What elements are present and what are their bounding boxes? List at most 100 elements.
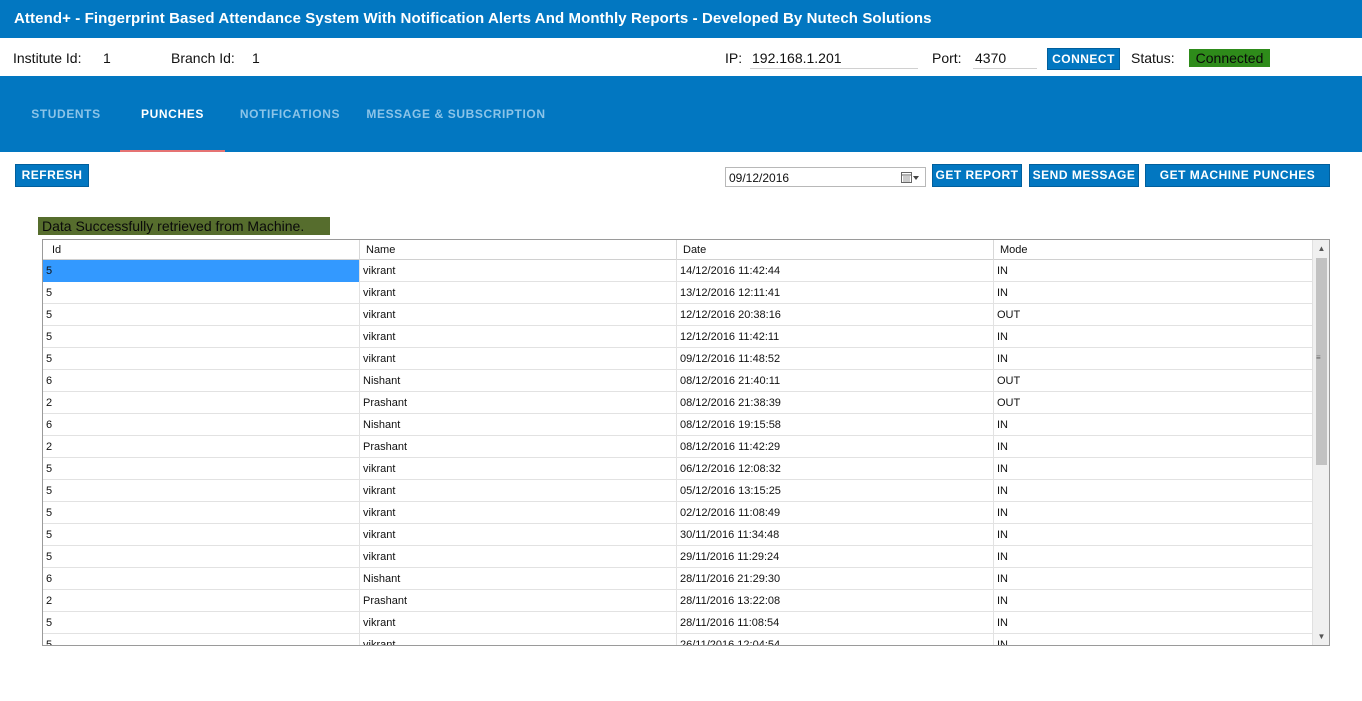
cell-name[interactable]: Nishant xyxy=(360,370,677,392)
cell-mode[interactable]: IN xyxy=(994,458,1313,480)
column-header-id[interactable]: Id xyxy=(43,240,360,260)
cell-id[interactable]: 5 xyxy=(43,524,360,546)
ip-input[interactable] xyxy=(750,47,918,69)
calendar-dropdown-icon[interactable] xyxy=(901,171,919,184)
table-row[interactable]: 5 vikrant 06/12/2016 12:08:32 IN xyxy=(43,458,1313,480)
cell-date[interactable]: 28/11/2016 13:22:08 xyxy=(677,590,994,612)
cell-date[interactable]: 02/12/2016 11:08:49 xyxy=(677,502,994,524)
tab-students[interactable]: STUDENTS xyxy=(18,76,114,152)
cell-date[interactable]: 12/12/2016 11:42:11 xyxy=(677,326,994,348)
cell-mode[interactable]: IN xyxy=(994,436,1313,458)
scroll-up-icon[interactable]: ▲ xyxy=(1313,240,1329,257)
cell-mode[interactable]: IN xyxy=(994,260,1313,282)
refresh-button[interactable]: REFRESH xyxy=(15,164,89,187)
cell-name[interactable]: vikrant xyxy=(360,282,677,304)
cell-date[interactable]: 29/11/2016 11:29:24 xyxy=(677,546,994,568)
date-picker[interactable]: 09/12/2016 xyxy=(725,167,926,187)
table-row[interactable]: 6 Nishant 08/12/2016 19:15:58 IN xyxy=(43,414,1313,436)
cell-id[interactable]: 5 xyxy=(43,502,360,524)
table-row[interactable]: 5 vikrant 29/11/2016 11:29:24 IN xyxy=(43,546,1313,568)
cell-id[interactable]: 2 xyxy=(43,590,360,612)
cell-id[interactable]: 6 xyxy=(43,414,360,436)
connect-button[interactable]: CONNECT xyxy=(1047,48,1120,70)
cell-name[interactable]: vikrant xyxy=(360,634,677,645)
get-report-button[interactable]: GET REPORT xyxy=(932,164,1022,187)
cell-name[interactable]: vikrant xyxy=(360,458,677,480)
cell-id[interactable]: 5 xyxy=(43,304,360,326)
cell-mode[interactable]: IN xyxy=(994,612,1313,634)
cell-date[interactable]: 09/12/2016 11:48:52 xyxy=(677,348,994,370)
send-message-button[interactable]: SEND MESSAGE xyxy=(1029,164,1139,187)
cell-id[interactable]: 5 xyxy=(43,480,360,502)
cell-name[interactable]: vikrant xyxy=(360,612,677,634)
column-header-name[interactable]: Name xyxy=(360,240,677,260)
cell-name[interactable]: vikrant xyxy=(360,348,677,370)
cell-name[interactable]: Prashant xyxy=(360,436,677,458)
cell-id[interactable]: 6 xyxy=(43,568,360,590)
cell-name[interactable]: Prashant xyxy=(360,392,677,414)
cell-mode[interactable]: OUT xyxy=(994,304,1313,326)
table-row[interactable]: 5 vikrant 30/11/2016 11:34:48 IN xyxy=(43,524,1313,546)
cell-date[interactable]: 05/12/2016 13:15:25 xyxy=(677,480,994,502)
cell-id[interactable]: 5 xyxy=(43,348,360,370)
cell-id[interactable]: 6 xyxy=(43,370,360,392)
table-row[interactable]: 2 Prashant 08/12/2016 11:42:29 IN xyxy=(43,436,1313,458)
port-input[interactable] xyxy=(973,47,1037,69)
cell-id[interactable]: 5 xyxy=(43,546,360,568)
cell-date[interactable]: 08/12/2016 21:40:11 xyxy=(677,370,994,392)
cell-mode[interactable]: IN xyxy=(994,634,1313,645)
cell-id[interactable]: 5 xyxy=(43,326,360,348)
cell-date[interactable]: 08/12/2016 19:15:58 xyxy=(677,414,994,436)
cell-date[interactable]: 06/12/2016 12:08:32 xyxy=(677,458,994,480)
tab-punches[interactable]: PUNCHES xyxy=(120,76,225,152)
cell-name[interactable]: Nishant xyxy=(360,414,677,436)
cell-id[interactable]: 2 xyxy=(43,436,360,458)
cell-mode[interactable]: IN xyxy=(994,414,1313,436)
table-row[interactable]: 5 vikrant 28/11/2016 11:08:54 IN xyxy=(43,612,1313,634)
table-row[interactable]: 2 Prashant 08/12/2016 21:38:39 OUT xyxy=(43,392,1313,414)
table-row[interactable]: 6 Nishant 28/11/2016 21:29:30 IN xyxy=(43,568,1313,590)
cell-id[interactable]: 5 xyxy=(43,634,360,645)
cell-name[interactable]: vikrant xyxy=(360,260,677,282)
cell-date[interactable]: 12/12/2016 20:38:16 xyxy=(677,304,994,326)
cell-date[interactable]: 26/11/2016 12:04:54 xyxy=(677,634,994,645)
punches-grid[interactable]: Id Name Date Mode 5 vikrant 14/12/2016 11:… xyxy=(42,239,1330,646)
cell-mode[interactable]: IN xyxy=(994,546,1313,568)
cell-mode[interactable]: OUT xyxy=(994,370,1313,392)
cell-date[interactable]: 13/12/2016 12:11:41 xyxy=(677,282,994,304)
cell-id[interactable]: 5 xyxy=(43,260,360,282)
table-row[interactable]: 5 vikrant 09/12/2016 11:48:52 IN xyxy=(43,348,1313,370)
cell-mode[interactable]: IN xyxy=(994,524,1313,546)
cell-date[interactable]: 14/12/2016 11:42:44 xyxy=(677,260,994,282)
cell-mode[interactable]: IN xyxy=(994,326,1313,348)
table-row[interactable]: 5 vikrant 12/12/2016 20:38:16 OUT xyxy=(43,304,1313,326)
tab-notifications[interactable]: NOTIFICATIONS xyxy=(230,76,350,152)
column-header-mode[interactable]: Mode xyxy=(994,240,1313,260)
cell-mode[interactable]: IN xyxy=(994,348,1313,370)
cell-id[interactable]: 5 xyxy=(43,458,360,480)
cell-name[interactable]: vikrant xyxy=(360,502,677,524)
table-row[interactable]: 5 vikrant 12/12/2016 11:42:11 IN xyxy=(43,326,1313,348)
cell-mode[interactable]: IN xyxy=(994,480,1313,502)
cell-name[interactable]: vikrant xyxy=(360,304,677,326)
cell-date[interactable]: 08/12/2016 21:38:39 xyxy=(677,392,994,414)
cell-mode[interactable]: IN xyxy=(994,282,1313,304)
cell-name[interactable]: Prashant xyxy=(360,590,677,612)
table-row[interactable]: 6 Nishant 08/12/2016 21:40:11 OUT xyxy=(43,370,1313,392)
cell-name[interactable]: vikrant xyxy=(360,480,677,502)
cell-name[interactable]: vikrant xyxy=(360,326,677,348)
cell-name[interactable]: Nishant xyxy=(360,568,677,590)
cell-date[interactable]: 08/12/2016 11:42:29 xyxy=(677,436,994,458)
table-row[interactable]: 5 vikrant 13/12/2016 12:11:41 IN xyxy=(43,282,1313,304)
cell-date[interactable]: 28/11/2016 21:29:30 xyxy=(677,568,994,590)
table-row[interactable]: 2 Prashant 28/11/2016 13:22:08 IN xyxy=(43,590,1313,612)
vertical-scrollbar[interactable]: ▲ ≡ ▼ xyxy=(1312,240,1329,645)
cell-date[interactable]: 28/11/2016 11:08:54 xyxy=(677,612,994,634)
get-machine-punches-button[interactable]: GET MACHINE PUNCHES xyxy=(1145,164,1330,187)
table-row[interactable]: 5 vikrant 05/12/2016 13:15:25 IN xyxy=(43,480,1313,502)
cell-mode[interactable]: IN xyxy=(994,568,1313,590)
column-header-date[interactable]: Date xyxy=(677,240,994,260)
cell-mode[interactable]: IN xyxy=(994,502,1313,524)
scroll-down-icon[interactable]: ▼ xyxy=(1313,628,1329,645)
cell-name[interactable]: vikrant xyxy=(360,524,677,546)
